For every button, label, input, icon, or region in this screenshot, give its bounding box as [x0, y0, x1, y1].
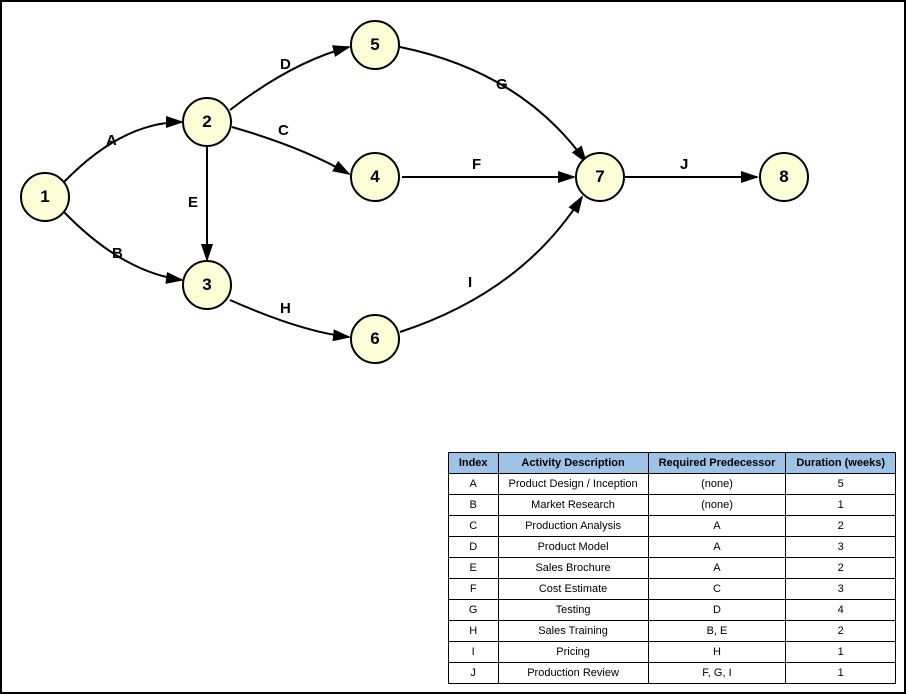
cell-pred: B, E [648, 621, 786, 642]
table-row: BMarket Research(none)1 [448, 495, 895, 516]
cell-dur: 5 [786, 474, 896, 495]
edge-label-D: D [280, 56, 291, 73]
cell-index: B [448, 495, 498, 516]
cell-dur: 3 [786, 537, 896, 558]
edge-label-F: F [472, 156, 481, 173]
table-row: HSales TrainingB, E2 [448, 621, 895, 642]
cell-index: C [448, 516, 498, 537]
cell-pred: (none) [648, 495, 786, 516]
table-row: FCost EstimateC3 [448, 579, 895, 600]
cell-desc: Testing [498, 600, 648, 621]
cell-dur: 2 [786, 621, 896, 642]
cell-desc: Market Research [498, 495, 648, 516]
table-row: AProduct Design / Inception(none)5 [448, 474, 895, 495]
cell-desc: Pricing [498, 642, 648, 663]
cell-dur: 1 [786, 495, 896, 516]
edge-label-I: I [468, 274, 472, 291]
header-index: Index [448, 453, 498, 474]
edge-label-H: H [280, 300, 291, 317]
cell-index: F [448, 579, 498, 600]
header-predecessor: Required Predecessor [648, 453, 786, 474]
cell-desc: Sales Training [498, 621, 648, 642]
diagram-canvas: 1 2 3 4 5 6 7 8 A B C D E F G H I J Inde… [0, 0, 906, 694]
cell-pred: H [648, 642, 786, 663]
cell-desc: Sales Brochure [498, 558, 648, 579]
cell-index: I [448, 642, 498, 663]
edge-label-B: B [112, 245, 123, 262]
header-description: Activity Description [498, 453, 648, 474]
header-duration: Duration (weeks) [786, 453, 896, 474]
cell-index: H [448, 621, 498, 642]
node-2: 2 [182, 97, 232, 147]
table-row: DProduct ModelA3 [448, 537, 895, 558]
activity-table: Index Activity Description Required Pred… [448, 452, 896, 684]
table-row: JProduction ReviewF, G, I1 [448, 663, 895, 684]
edge-label-A: A [106, 132, 117, 149]
node-3: 3 [182, 260, 232, 310]
cell-index: A [448, 474, 498, 495]
cell-pred: A [648, 537, 786, 558]
edge-label-J: J [680, 156, 688, 173]
cell-dur: 1 [786, 642, 896, 663]
cell-pred: A [648, 516, 786, 537]
cell-pred: C [648, 579, 786, 600]
cell-index: G [448, 600, 498, 621]
cell-index: J [448, 663, 498, 684]
node-4: 4 [350, 152, 400, 202]
node-8: 8 [759, 152, 809, 202]
cell-dur: 2 [786, 558, 896, 579]
table-row: IPricingH1 [448, 642, 895, 663]
cell-index: D [448, 537, 498, 558]
cell-pred: D [648, 600, 786, 621]
cell-desc: Product Design / Inception [498, 474, 648, 495]
cell-pred: A [648, 558, 786, 579]
table-body: AProduct Design / Inception(none)5 BMark… [448, 474, 895, 684]
table-row: GTestingD4 [448, 600, 895, 621]
cell-dur: 2 [786, 516, 896, 537]
node-1: 1 [20, 172, 70, 222]
edge-label-G: G [496, 76, 508, 93]
table-row: ESales BrochureA2 [448, 558, 895, 579]
cell-dur: 1 [786, 663, 896, 684]
cell-desc: Product Model [498, 537, 648, 558]
table-header-row: Index Activity Description Required Pred… [448, 453, 895, 474]
node-7: 7 [575, 152, 625, 202]
cell-pred: (none) [648, 474, 786, 495]
node-5: 5 [350, 20, 400, 70]
cell-dur: 4 [786, 600, 896, 621]
cell-desc: Production Analysis [498, 516, 648, 537]
node-6: 6 [350, 314, 400, 364]
table-row: CProduction AnalysisA2 [448, 516, 895, 537]
cell-dur: 3 [786, 579, 896, 600]
cell-index: E [448, 558, 498, 579]
edge-label-E: E [188, 194, 198, 211]
cell-pred: F, G, I [648, 663, 786, 684]
cell-desc: Cost Estimate [498, 579, 648, 600]
edge-label-C: C [278, 122, 289, 139]
cell-desc: Production Review [498, 663, 648, 684]
